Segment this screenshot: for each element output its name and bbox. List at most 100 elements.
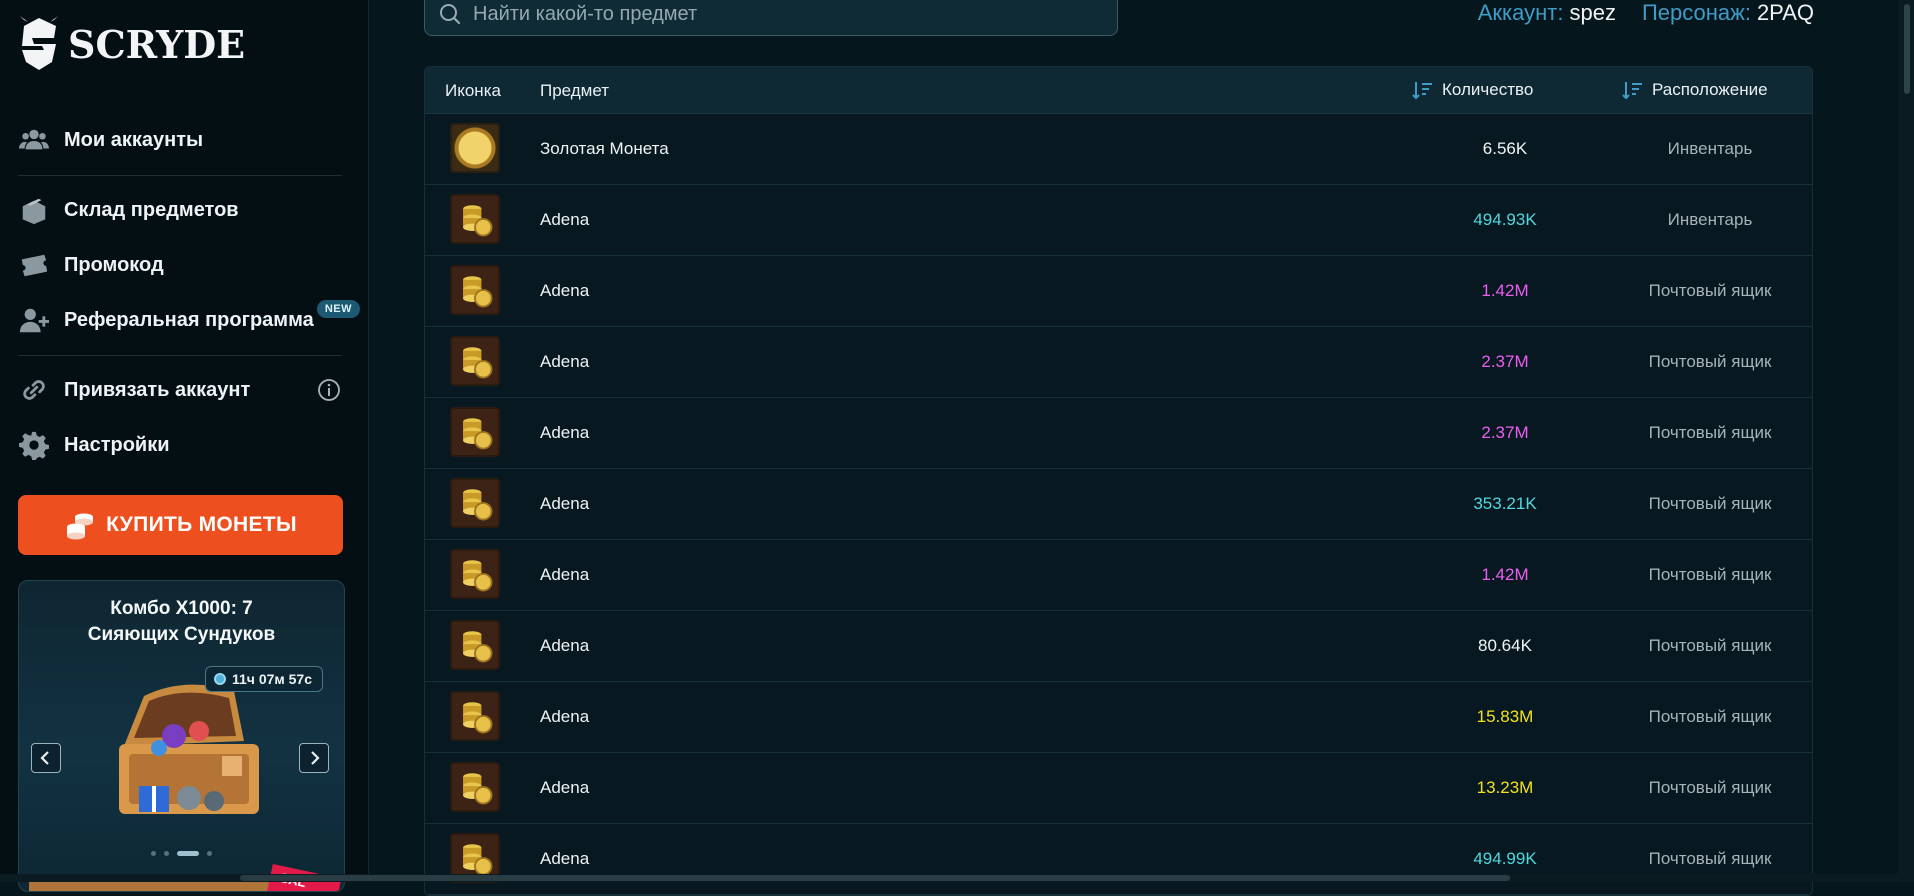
coin-stack-icon	[463, 631, 493, 663]
adena-icon	[450, 762, 500, 812]
item-quantity: 1.42M	[1481, 565, 1529, 584]
horizontal-scrollbar[interactable]	[0, 874, 1914, 882]
search-input[interactable]	[471, 1, 1075, 27]
column-header-item: Предмет	[540, 81, 610, 100]
item-name: Золотая Монета	[540, 139, 669, 158]
carousel-dot[interactable]	[164, 851, 169, 856]
sort-icon	[1622, 82, 1642, 100]
search-icon	[440, 4, 461, 25]
scrollbar-thumb[interactable]	[240, 875, 1510, 881]
gear-icon	[18, 429, 50, 461]
item-quantity: 2.37M	[1481, 352, 1529, 371]
item-location: Почтовый ящик	[1648, 778, 1772, 797]
coin-stack-icon	[463, 773, 493, 805]
sidebar-item-warehouse[interactable]: Склад предметов	[18, 190, 342, 230]
coin-stack-icon	[463, 276, 493, 308]
table-row[interactable]: Adena 2.37M Почтовый ящик	[425, 326, 1812, 398]
item-name: Adena	[540, 423, 590, 442]
table-header: Иконка Предмет Количество Расположение	[425, 67, 1812, 114]
item-location: Почтовый ящик	[1648, 494, 1772, 513]
item-quantity: 6.56K	[1482, 139, 1528, 158]
item-name: Adena	[540, 494, 590, 513]
table-row[interactable]: Adena 494.93K Инвентарь	[425, 184, 1812, 256]
sort-icon	[1412, 82, 1432, 100]
add-user-icon	[18, 304, 50, 336]
info-icon[interactable]	[316, 377, 342, 403]
vertical-scrollbar[interactable]	[1898, 0, 1914, 882]
carousel-dot[interactable]	[151, 851, 156, 856]
scrollbar-thumb[interactable]	[1904, 4, 1910, 94]
item-name: Adena	[540, 565, 590, 584]
column-header-location[interactable]: Расположение	[1620, 78, 1768, 102]
users-icon	[18, 124, 50, 156]
table-row[interactable]: Adena 1.42M Почтовый ящик	[425, 539, 1812, 611]
table-row[interactable]: Adena 15.83M Почтовый ящик	[425, 681, 1812, 753]
column-header-quantity[interactable]: Количество	[1410, 78, 1533, 102]
items-table: Иконка Предмет Количество Расположение З…	[424, 66, 1813, 896]
coin-stack-icon	[463, 702, 493, 734]
character-value: 2PAQ	[1756, 0, 1814, 25]
sidebar-item-settings[interactable]: Настройки	[18, 425, 342, 465]
carousel-dots	[19, 851, 344, 856]
promo-title-line: Комбо X1000: 7	[110, 598, 253, 619]
table-row[interactable]: Adena 2.37M Почтовый ящик	[425, 397, 1812, 469]
item-name: Adena	[540, 281, 590, 300]
item-location: Почтовый ящик	[1648, 707, 1772, 726]
item-name: Adena	[540, 352, 590, 371]
item-location: Почтовый ящик	[1648, 849, 1772, 868]
item-name: Adena	[540, 210, 590, 229]
promo-prev-button[interactable]	[31, 743, 61, 773]
table-row[interactable]: Adena 494.99K Почтовый ящик	[425, 823, 1812, 895]
promo-next-button[interactable]	[299, 743, 329, 773]
sidebar-item-link-account[interactable]: Привязать аккаунт	[18, 370, 342, 410]
item-location: Инвентарь	[1667, 210, 1753, 229]
item-name: Adena	[540, 849, 590, 868]
warehouse-icon	[18, 194, 50, 226]
chest-image	[119, 684, 259, 814]
account-value: spez	[1569, 0, 1616, 25]
account-info: Аккаунт: spez Персонаж: 2PAQ	[1478, 0, 1814, 26]
item-name: Adena	[540, 778, 590, 797]
adena-icon	[450, 407, 500, 457]
carousel-dot[interactable]	[207, 851, 212, 856]
search-bar[interactable]	[424, 0, 1118, 36]
table-row[interactable]: Adena 1.42M Почтовый ящик	[425, 255, 1812, 327]
divider	[18, 175, 342, 176]
table-row[interactable]: Золотая Монета 6.56K Инвентарь	[425, 113, 1812, 185]
item-location: Почтовый ящик	[1648, 281, 1772, 300]
promo-timer: 11ч 07м 57с	[205, 666, 323, 692]
item-location: Почтовый ящик	[1648, 352, 1772, 371]
carousel-dot-active[interactable]	[177, 851, 199, 856]
table-row[interactable]: Adena 13.23M Почтовый ящик	[425, 752, 1812, 824]
column-header-location-label: Расположение	[1652, 80, 1768, 99]
item-quantity: 1.42M	[1481, 281, 1529, 300]
gold-coin-icon	[450, 123, 500, 173]
character-label: Персонаж:	[1641, 0, 1751, 25]
account-label: Аккаунт:	[1477, 0, 1564, 25]
coin-stack-icon	[463, 489, 493, 521]
sidebar-item-my-accounts[interactable]: Мои аккаунты	[18, 120, 342, 160]
table-row[interactable]: Adena 353.21K Почтовый ящик	[425, 468, 1812, 540]
coin-stack-icon	[463, 560, 493, 592]
item-location: Почтовый ящик	[1648, 636, 1772, 655]
sidebar-item-label: Настройки	[64, 433, 170, 456]
item-quantity: 80.64K	[1478, 636, 1532, 655]
sidebar-item-label: Привязать аккаунт	[64, 378, 251, 401]
promo-timer-value: 11ч 07м 57с	[232, 671, 312, 687]
sidebar-item-referral[interactable]: Реферальная программа NEW	[18, 300, 360, 340]
buy-coins-button[interactable]: КУПИТЬ МОНЕТЫ	[18, 495, 343, 555]
table-row[interactable]: Adena 80.64K Почтовый ящик	[425, 610, 1812, 682]
sidebar-item-label: Мои аккаунты	[64, 128, 204, 151]
adena-icon	[450, 336, 500, 386]
chevron-left-icon	[40, 751, 49, 765]
item-quantity: 353.21K	[1473, 494, 1537, 513]
item-quantity: 494.99K	[1473, 849, 1537, 868]
item-location: Почтовый ящик	[1648, 423, 1772, 442]
item-name: Adena	[540, 636, 590, 655]
sidebar: SCRYDE Мои аккаунты Склад предметов Пром…	[0, 0, 369, 892]
adena-icon	[450, 620, 500, 670]
promo-card[interactable]: Комбо X1000: 7 Сияющих Сундуков 11ч 07м …	[18, 580, 345, 892]
sidebar-item-promocode[interactable]: Промокод	[18, 245, 342, 285]
link-icon	[18, 374, 50, 406]
logo[interactable]: SCRYDE	[18, 16, 245, 72]
